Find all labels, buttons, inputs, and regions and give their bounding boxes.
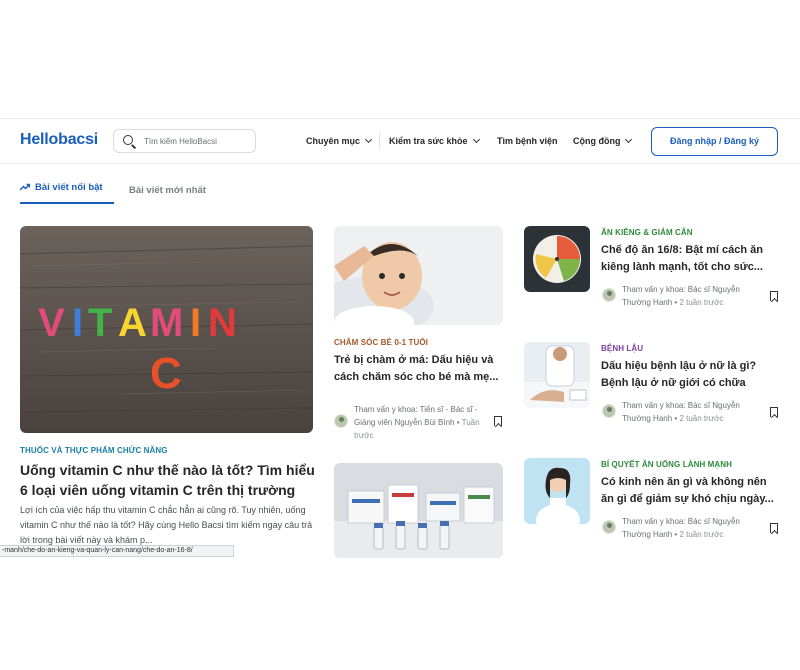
main-article-excerpt: Lợi ích của việc hấp thu vitamin C chắc … [20,505,313,545]
bookmark-icon[interactable] [770,291,778,301]
nav-label: Kiểm tra sức khỏe [389,136,468,146]
middle-article-meta: Tham vấn y khoa: Tiến sĩ - Bác sĩ - Giản… [354,403,487,442]
trending-icon [20,183,30,191]
category-label[interactable]: BỆNH LẬU [601,344,643,353]
nav-tim-benh-vien[interactable]: Tìm bệnh viện [497,136,558,146]
chevron-down-icon [472,135,480,144]
tab-featured-articles[interactable]: Bài viết nổi bật [20,182,114,204]
menstruation-article-image[interactable] [524,458,590,524]
side-article-title[interactable]: Chế độ ăn 16/8: Bật mí cách ăn kiêng làn… [601,242,780,278]
letter-i2: I [190,301,201,345]
nav-chuyen-muc[interactable]: Chuyên mục [306,135,373,146]
top-navigation-bar: Hellobacsi Chuyên mục Kiểm tra sức khỏe … [0,118,800,164]
publish-time: 2 tuần trước [679,298,724,307]
baby-article-image[interactable] [334,226,503,325]
category-label[interactable]: ĂN KIÊNG & GIẢM CÂN [601,228,693,237]
side-article-meta: Tham vấn y khoa: Bác sĩ Nguyễn Thường Ha… [622,399,762,425]
doctor-avatar [602,288,616,302]
woman-illustration [524,458,590,524]
bookmark-icon[interactable] [494,416,502,426]
clock-plate-illustration [524,226,590,292]
category-label[interactable]: THUỐC VÀ THỰC PHẨM CHỨC NĂNG [20,446,168,455]
bookmark-icon[interactable] [770,407,778,417]
medicine-vials-illustration [334,463,503,558]
publish-time: 2 tuần trước [679,530,724,539]
category-label[interactable]: BÍ QUYẾT ĂN UỐNG LÀNH MẠNH [601,460,732,469]
disease-article-image[interactable] [524,342,590,408]
logo-text-bacsi: bacsi [58,131,99,148]
doctor-avatar [334,414,348,428]
publish-time: 2 tuần trước [679,414,724,423]
category-label[interactable]: CHĂM SÓC BÉ 0-1 TUỔI [334,338,428,347]
nav-label: Cộng đồng [573,136,621,146]
side-article-title[interactable]: Dấu hiệu bệnh lậu ở nữ là gì? Bệnh lậu ở… [601,358,780,394]
medicine-article-image[interactable] [334,463,503,558]
tab-label: Bài viết nổi bật [35,182,103,193]
letter-i: I [72,301,83,345]
letter-v: V [38,301,65,345]
nav-label: Chuyên mục [306,136,361,146]
nav-cong-dong[interactable]: Cộng đồng [573,135,633,146]
chevron-down-icon [364,135,373,144]
letter-m: M [150,301,183,345]
search-icon [123,135,133,145]
doctor-consultation-illustration [524,342,590,408]
hellobacsi-logo[interactable]: Hellobacsi [20,131,98,149]
tab-latest-articles[interactable]: Bài viết mới nhất [129,185,206,196]
doctor-avatar [602,520,616,534]
doctor-avatar [602,404,616,418]
browser-status-url: -manh/che-do-an-kieng-va-quan-ly-can-nan… [0,545,234,557]
letter-a: A [118,301,147,345]
letter-n: N [208,301,237,345]
logo-text-hello: Hello [20,131,59,148]
side-article-meta: Tham vấn y khoa: Bác sĩ Nguyễn Thường Ha… [622,515,762,541]
search-input[interactable] [144,133,252,149]
vitamin-c-article-image[interactable]: V I T A M I N C [20,226,313,433]
side-article-meta: Tham vấn y khoa: Bác sĩ Nguyễn Thường Ha… [622,283,762,309]
login-register-button[interactable]: Đăng nhập / Đăng ký [651,127,778,156]
search-box[interactable] [113,129,256,153]
nav-kiem-tra-suc-khoe[interactable]: Kiểm tra sức khỏe [389,135,480,146]
main-article-title[interactable]: Uống vitamin C như thế nào là tốt? Tìm h… [20,460,316,502]
vitamin-c-illustration: V I T A M I N C [20,226,313,433]
reviewer-text: Tham vấn y khoa: Tiến sĩ - Bác sĩ - Giản… [354,405,478,427]
chevron-down-icon [625,135,633,144]
bookmark-icon[interactable] [770,523,778,533]
diet-article-image[interactable] [524,226,590,292]
baby-illustration [334,226,503,325]
letter-t: T [88,301,112,345]
nav-divider [379,133,380,149]
letter-c: C [150,349,182,398]
nav-label: Tìm bệnh viện [497,136,558,146]
middle-article-title[interactable]: Trẻ bị chàm ở má: Dấu hiệu và cách chăm … [334,352,504,390]
side-article-title[interactable]: Có kinh nên ăn gì và không nên ăn gì để … [601,474,780,510]
